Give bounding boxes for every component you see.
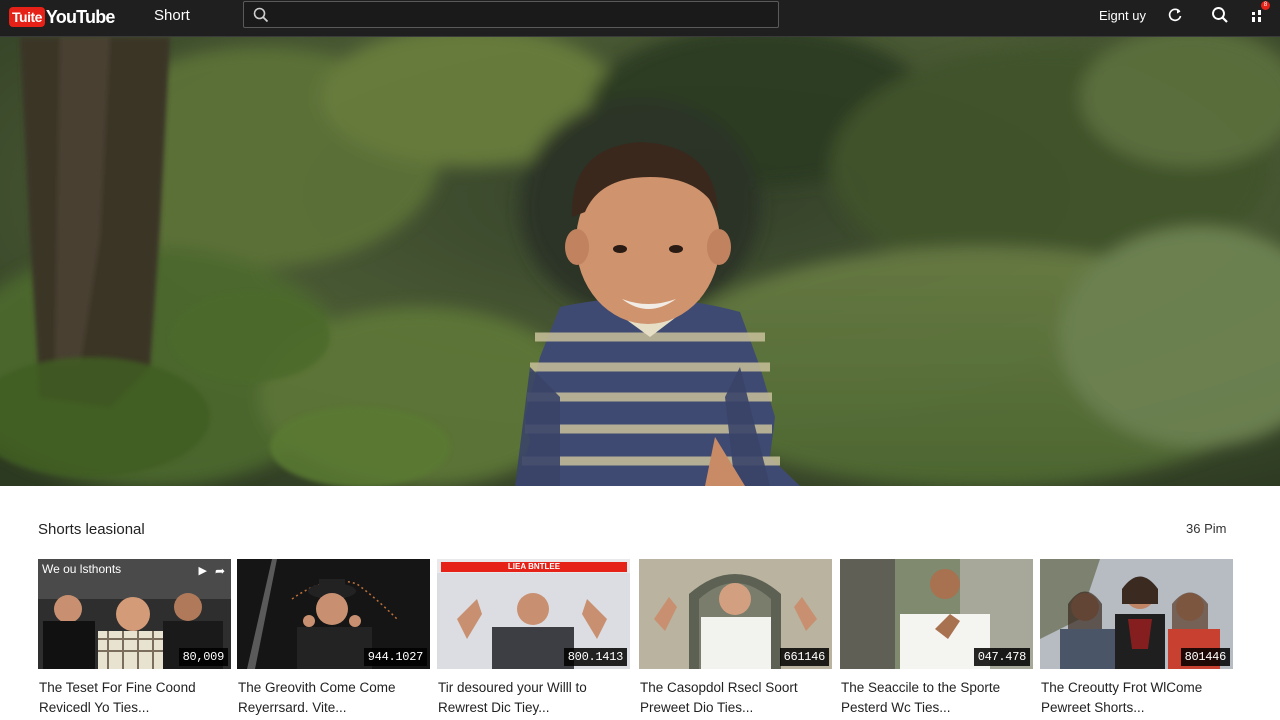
- notification-badge: 8: [1261, 1, 1270, 10]
- share-icon[interactable]: ➦: [215, 564, 225, 578]
- short-title-line2[interactable]: Revicedl Yo Ties...: [38, 698, 231, 718]
- search-icon[interactable]: [1211, 6, 1229, 24]
- video-duration: 801446: [1180, 648, 1230, 666]
- refresh-icon[interactable]: [1166, 6, 1184, 24]
- short-thumbnail[interactable]: 047.478: [840, 559, 1033, 669]
- logo-text: YouTube: [45, 6, 116, 27]
- short-card[interactable]: We ou lsthonts ▶ ➦ 80,009 The Teset For …: [38, 559, 231, 718]
- shelf-title: Shorts leasional: [38, 521, 145, 538]
- short-thumbnail[interactable]: LIEA BNTLEE 800.1413: [437, 559, 630, 669]
- top-bar: Tuite YouTube Short Eignt uy 8: [0, 0, 1280, 37]
- short-thumbnail[interactable]: We ou lsthonts ▶ ➦ 80,009: [38, 559, 231, 669]
- hero-video-frame: [0, 37, 1280, 486]
- search-box[interactable]: [243, 1, 779, 28]
- logo-box: Tuite: [9, 7, 45, 27]
- video-duration: 944.1027: [363, 648, 427, 666]
- short-thumbnail[interactable]: 944.1027: [237, 559, 430, 669]
- video-duration: 800.1413: [563, 648, 627, 666]
- short-title-line1[interactable]: The Creoutty Frot WlCome: [1040, 678, 1233, 698]
- sign-up-link[interactable]: Eignt uy: [1099, 8, 1146, 23]
- short-title-line1[interactable]: The Teset For Fine Coond: [38, 678, 231, 698]
- short-title-line2[interactable]: Reyerrsard. Vite...: [237, 698, 430, 718]
- play-icon[interactable]: ▶: [198, 564, 206, 578]
- short-card[interactable]: 944.1027 The Greovith Come Come Reyerrsa…: [237, 559, 430, 718]
- video-duration: 047.478: [973, 648, 1030, 666]
- short-title-line2[interactable]: Rewrest Dic Tiey...: [437, 698, 630, 718]
- short-title-line1[interactable]: The Casopdol Rsecl Soort: [639, 678, 832, 698]
- short-card[interactable]: LIEA BNTLEE 800.1413 Tir desoured your W…: [437, 559, 630, 718]
- short-thumbnail[interactable]: 801446: [1040, 559, 1233, 669]
- thumbnail-banner: LIEA BNTLEE: [441, 562, 627, 572]
- hero-video-player[interactable]: [0, 37, 1280, 486]
- short-thumbnail[interactable]: 661146: [639, 559, 832, 669]
- search-input[interactable]: [278, 5, 768, 24]
- search-icon: [253, 7, 269, 23]
- shelf-meta: 36 Pim: [1186, 521, 1227, 536]
- short-title-line1[interactable]: The Greovith Come Come: [237, 678, 430, 698]
- thumbnail-overlay-text: We ou lsthonts: [42, 562, 122, 576]
- video-duration: 661146: [779, 648, 829, 666]
- video-duration: 80,009: [178, 648, 228, 666]
- short-card[interactable]: 661146 The Casopdol Rsecl Soort Preweet …: [639, 559, 832, 718]
- short-title-line2[interactable]: Pesterd Wc Ties...: [840, 698, 1033, 718]
- youtube-logo[interactable]: Tuite YouTube: [9, 6, 115, 28]
- short-title-line1[interactable]: Tir desoured your Willl to: [437, 678, 630, 698]
- short-title-line2[interactable]: Preweet Dio Ties...: [639, 698, 832, 718]
- short-title-line1[interactable]: The Seaccile to the Sporte: [840, 678, 1033, 698]
- short-title-line2[interactable]: Pewreet Shorts...: [1040, 698, 1233, 718]
- nav-short-link[interactable]: Short: [154, 7, 190, 24]
- short-card[interactable]: 801446 The Creoutty Frot WlCome Pewreet …: [1040, 559, 1233, 718]
- short-card[interactable]: 047.478 The Seaccile to the Sporte Peste…: [840, 559, 1033, 718]
